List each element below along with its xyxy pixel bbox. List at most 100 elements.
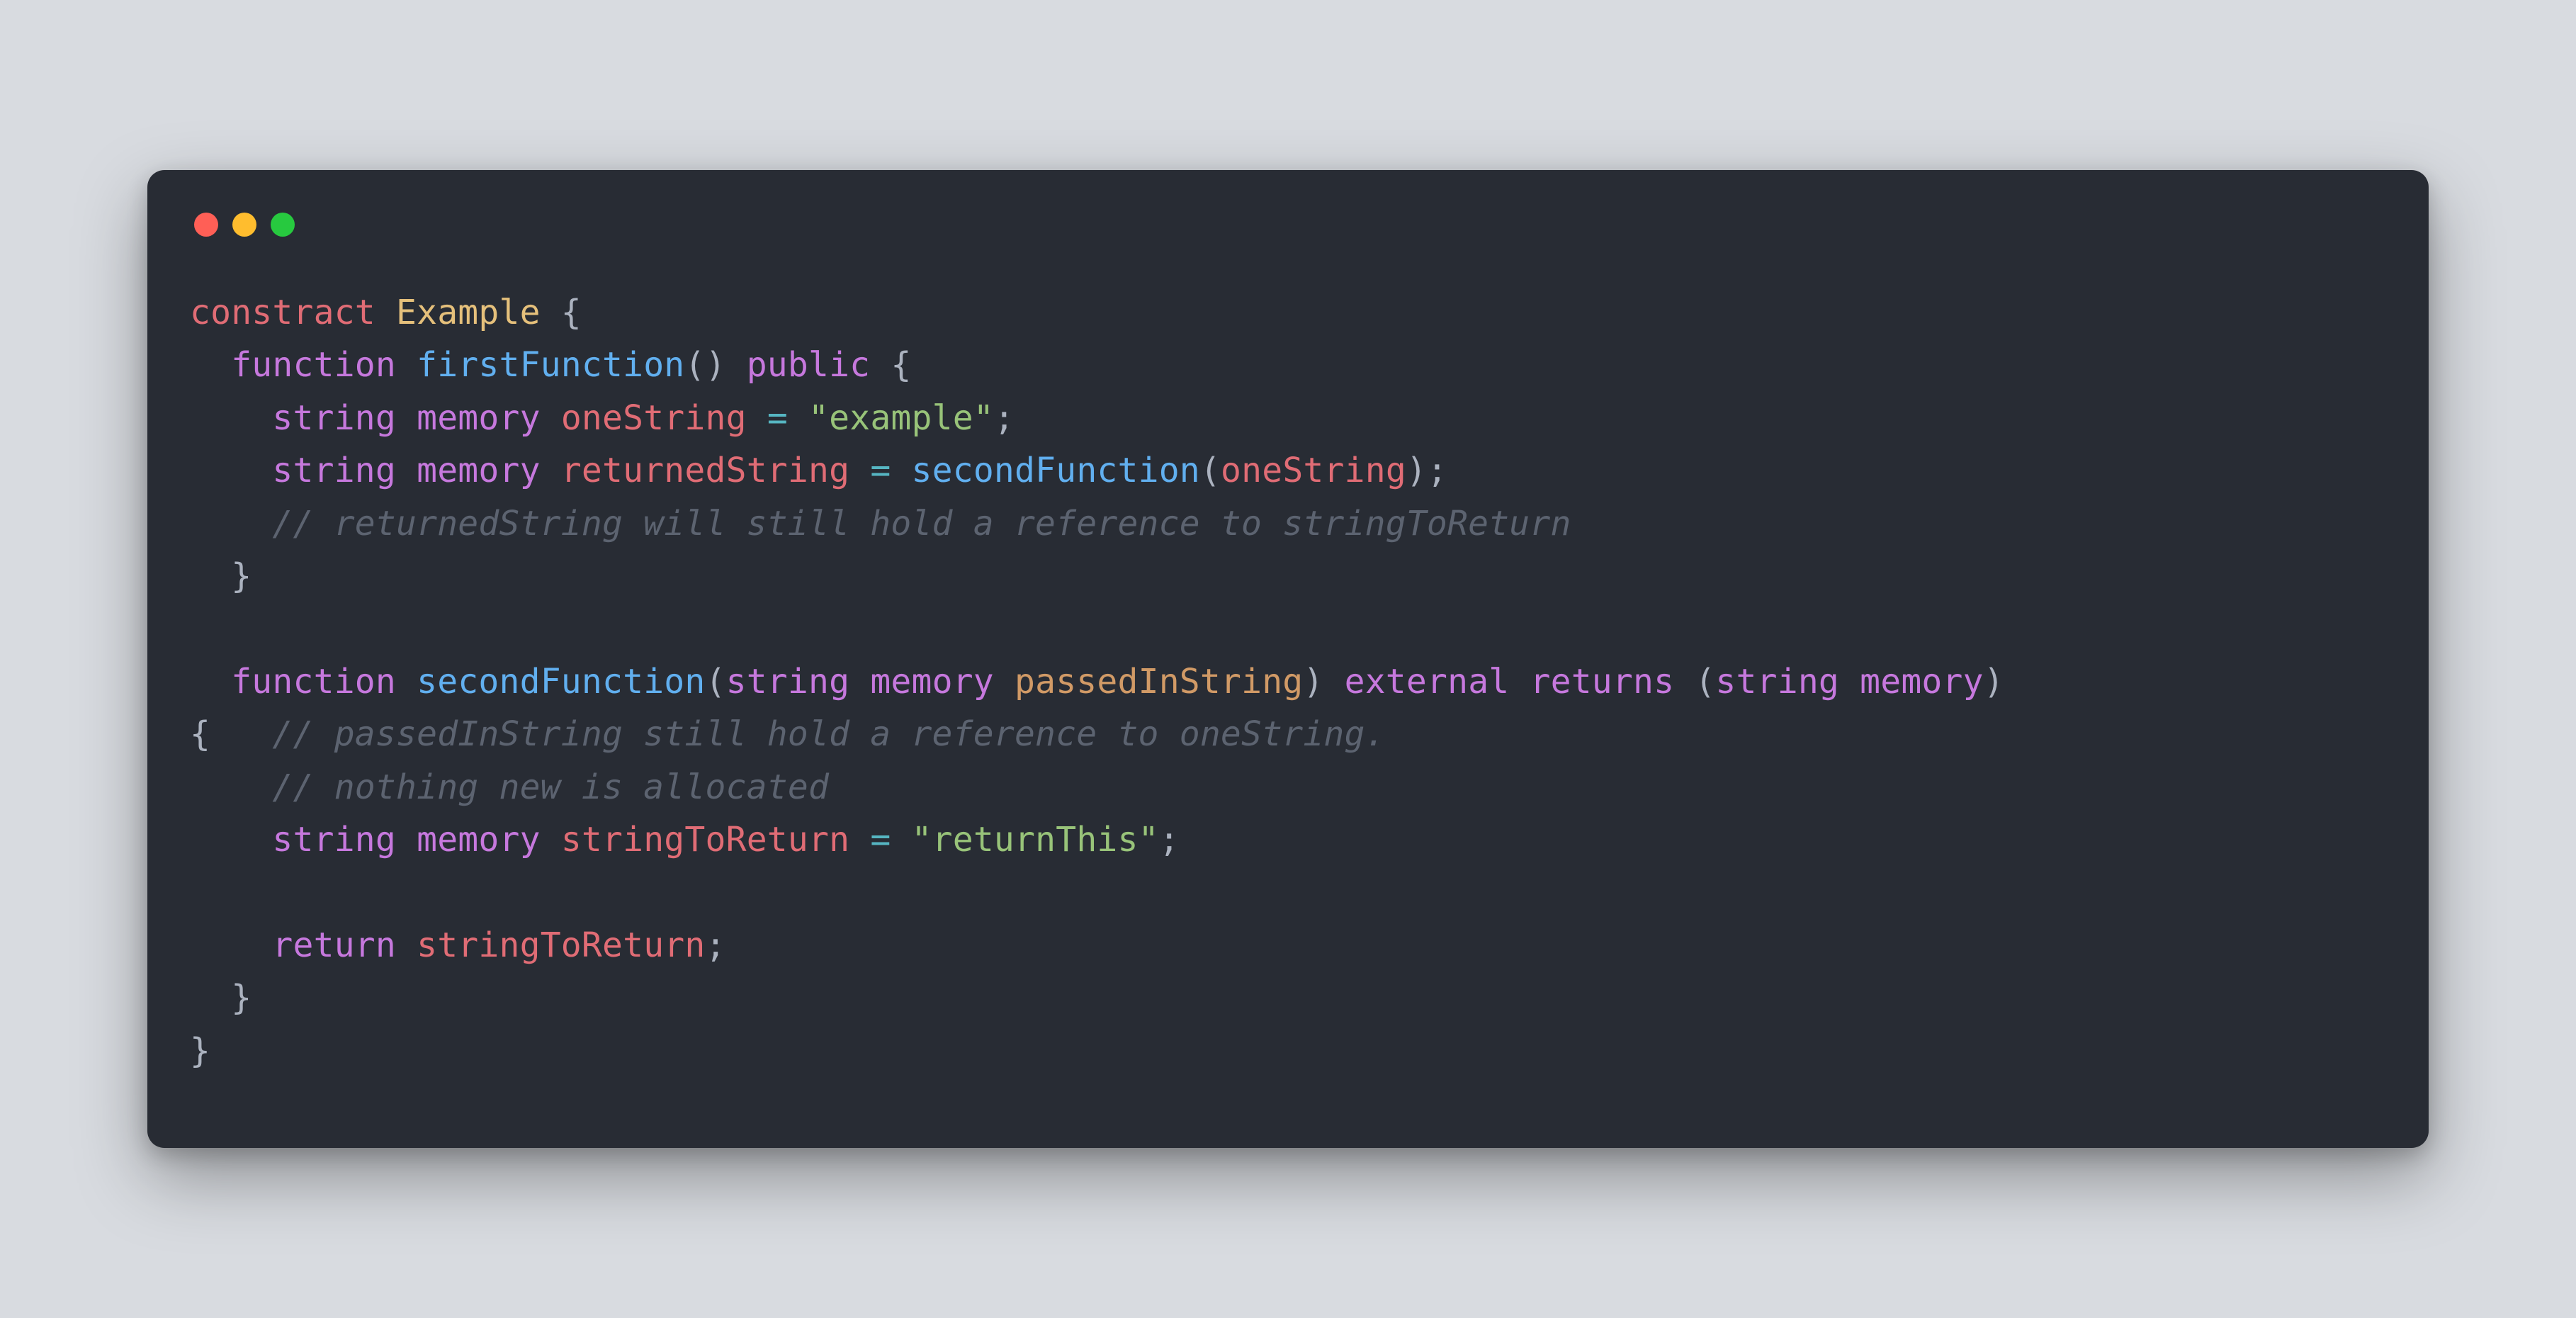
code-token xyxy=(396,451,417,490)
code-token: ) xyxy=(1984,662,2025,702)
code-token xyxy=(190,504,272,543)
code-token: Example xyxy=(396,293,541,332)
code-token: string xyxy=(726,662,850,702)
code-token: } xyxy=(190,556,252,596)
code-line: constract Example { xyxy=(190,286,2386,339)
code-token: = xyxy=(870,451,891,490)
code-token: { xyxy=(190,714,272,754)
code-token: string xyxy=(272,398,396,438)
code-token: returnedString xyxy=(561,451,849,490)
code-token: = xyxy=(870,820,891,860)
code-token: ; xyxy=(994,398,1015,438)
code-token xyxy=(190,662,231,702)
code-token: ( xyxy=(1674,662,1715,702)
code-token: secondFunction xyxy=(912,451,1200,490)
code-token xyxy=(190,767,272,807)
code-line: } xyxy=(190,971,2386,1024)
code-token: } xyxy=(190,978,252,1018)
code-token xyxy=(396,820,417,860)
code-token xyxy=(788,398,808,438)
code-token xyxy=(190,820,272,860)
code-token: () xyxy=(684,345,746,385)
code-token xyxy=(994,662,1015,702)
code-token xyxy=(747,398,767,438)
code-token: external xyxy=(1345,662,1510,702)
code-line: string memory stringToReturn = "returnTh… xyxy=(190,813,2386,866)
code-line xyxy=(190,602,2386,655)
code-token xyxy=(396,662,417,702)
code-token xyxy=(396,925,417,965)
code-token xyxy=(849,451,870,490)
code-token: memory xyxy=(870,662,994,702)
code-token: string xyxy=(272,451,396,490)
code-token: "example" xyxy=(808,398,994,438)
code-line: return stringToReturn; xyxy=(190,919,2386,971)
code-token xyxy=(849,820,870,860)
code-token: constract xyxy=(190,293,375,332)
code-token xyxy=(396,398,417,438)
code-token xyxy=(891,451,911,490)
code-line: // returnedString will still hold a refe… xyxy=(190,497,2386,550)
close-icon[interactable] xyxy=(194,213,218,237)
code-token: stringToReturn xyxy=(417,925,705,965)
code-token xyxy=(1839,662,1860,702)
code-token: string xyxy=(272,820,396,860)
code-token xyxy=(1509,662,1530,702)
code-token: return xyxy=(272,925,396,965)
code-token: // nothing new is allocated xyxy=(272,767,829,807)
code-token: } xyxy=(190,1031,210,1071)
code-token: { xyxy=(541,293,582,332)
code-token: "returnThis" xyxy=(912,820,1159,860)
code-token: public xyxy=(747,345,871,385)
code-token xyxy=(190,925,272,965)
code-token xyxy=(541,398,561,438)
code-token xyxy=(396,345,417,385)
code-token: function xyxy=(231,662,396,702)
code-token xyxy=(541,451,561,490)
code-line: string memory oneString = "example"; xyxy=(190,392,2386,444)
code-token xyxy=(375,293,396,332)
code-token: // passedInString still hold a reference… xyxy=(272,714,1385,754)
code-token: memory xyxy=(1860,662,1984,702)
code-token: secondFunction xyxy=(417,662,705,702)
code-token: ; xyxy=(1159,820,1180,860)
code-token xyxy=(190,398,272,438)
code-line xyxy=(190,866,2386,918)
code-token xyxy=(541,820,561,860)
code-token: ); xyxy=(1406,451,1447,490)
code-token: ) xyxy=(1303,662,1344,702)
code-token: stringToReturn xyxy=(561,820,849,860)
code-token: passedInString xyxy=(1015,662,1303,702)
code-token: { xyxy=(870,345,911,385)
code-token: memory xyxy=(417,398,541,438)
code-token xyxy=(891,820,911,860)
code-token: function xyxy=(231,345,396,385)
code-line: } xyxy=(190,550,2386,602)
window-controls xyxy=(190,213,2386,237)
code-token: ; xyxy=(706,925,726,965)
code-token xyxy=(190,345,231,385)
code-line: // nothing new is allocated xyxy=(190,761,2386,813)
code-line: function firstFunction() public { xyxy=(190,339,2386,391)
code-token: string xyxy=(1715,662,1839,702)
code-token: = xyxy=(767,398,788,438)
code-token: oneString xyxy=(1221,451,1406,490)
code-block: constract Example { function firstFuncti… xyxy=(190,286,2386,1077)
code-line: function secondFunction(string memory pa… xyxy=(190,655,2386,708)
code-token: oneString xyxy=(561,398,747,438)
code-line: } xyxy=(190,1025,2386,1077)
code-token xyxy=(190,451,272,490)
code-token: returns xyxy=(1530,662,1675,702)
code-line: { // passedInString still hold a referen… xyxy=(190,708,2386,760)
code-token: ( xyxy=(706,662,726,702)
code-line: string memory returnedString = secondFun… xyxy=(190,444,2386,497)
code-token: firstFunction xyxy=(417,345,684,385)
minimize-icon[interactable] xyxy=(232,213,256,237)
code-token: memory xyxy=(417,820,541,860)
code-token xyxy=(849,662,870,702)
code-window: constract Example { function firstFuncti… xyxy=(147,170,2429,1148)
maximize-icon[interactable] xyxy=(271,213,295,237)
code-token: // returnedString will still hold a refe… xyxy=(272,504,1571,543)
code-token: ( xyxy=(1200,451,1221,490)
code-token: memory xyxy=(417,451,541,490)
